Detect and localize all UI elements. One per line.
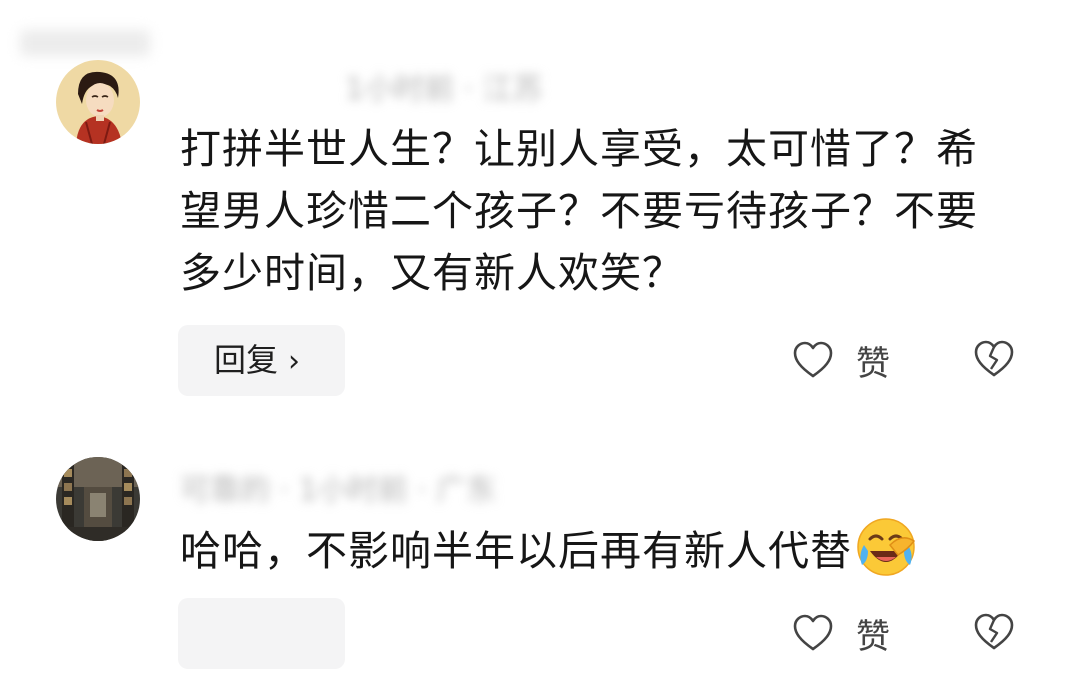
- comment-text: 打拼半世人生？让别人享受，太可惜了？希望男人珍惜二个孩子？不要亏待孩子？不要多少…: [180, 125, 978, 297]
- dislike-button[interactable]: [972, 338, 1016, 382]
- comment-item: 1小时前 · 江苏 打拼半世人生？让别人享受，太可惜了？希望男人珍惜二个孩子？不…: [0, 0, 1080, 420]
- comment-meta: 可靠的 · 1小时前 · 广东: [180, 473, 497, 508]
- reply-label: 回复: [214, 341, 279, 379]
- dislike-button[interactable]: [972, 611, 1016, 655]
- comment-meta: 1小时前 · 江苏: [345, 72, 543, 107]
- avatar-woman-illustration: [56, 60, 140, 144]
- heart-icon: [793, 341, 833, 378]
- reply-button[interactable]: [178, 598, 345, 669]
- heart-icon: [793, 614, 833, 651]
- like-button[interactable]: 赞: [792, 338, 890, 384]
- avatar[interactable]: [56, 60, 140, 144]
- avatar-library-photo: [56, 457, 140, 541]
- comment-text: 哈哈，不影响半年以后再有新人代替: [180, 515, 1020, 582]
- chevron-right-icon: ›: [288, 344, 301, 379]
- blurred-header: [20, 30, 150, 56]
- broken-heart-icon: [974, 613, 1014, 650]
- like-label: 赞: [856, 343, 890, 384]
- like-button[interactable]: 赞: [792, 611, 890, 657]
- like-label: 赞: [856, 616, 890, 657]
- comment-item: 可靠的 · 1小时前 · 广东 哈哈，不影响半年以后再有新人代替 赞: [0, 420, 1080, 693]
- reply-button[interactable]: 回复 ›: [178, 325, 345, 396]
- crying-laughing-emoji-icon: [857, 518, 916, 576]
- broken-heart-icon: [974, 340, 1014, 377]
- comment-text-content: 哈哈，不影响半年以后再有新人代替: [180, 527, 852, 575]
- avatar[interactable]: [56, 457, 140, 541]
